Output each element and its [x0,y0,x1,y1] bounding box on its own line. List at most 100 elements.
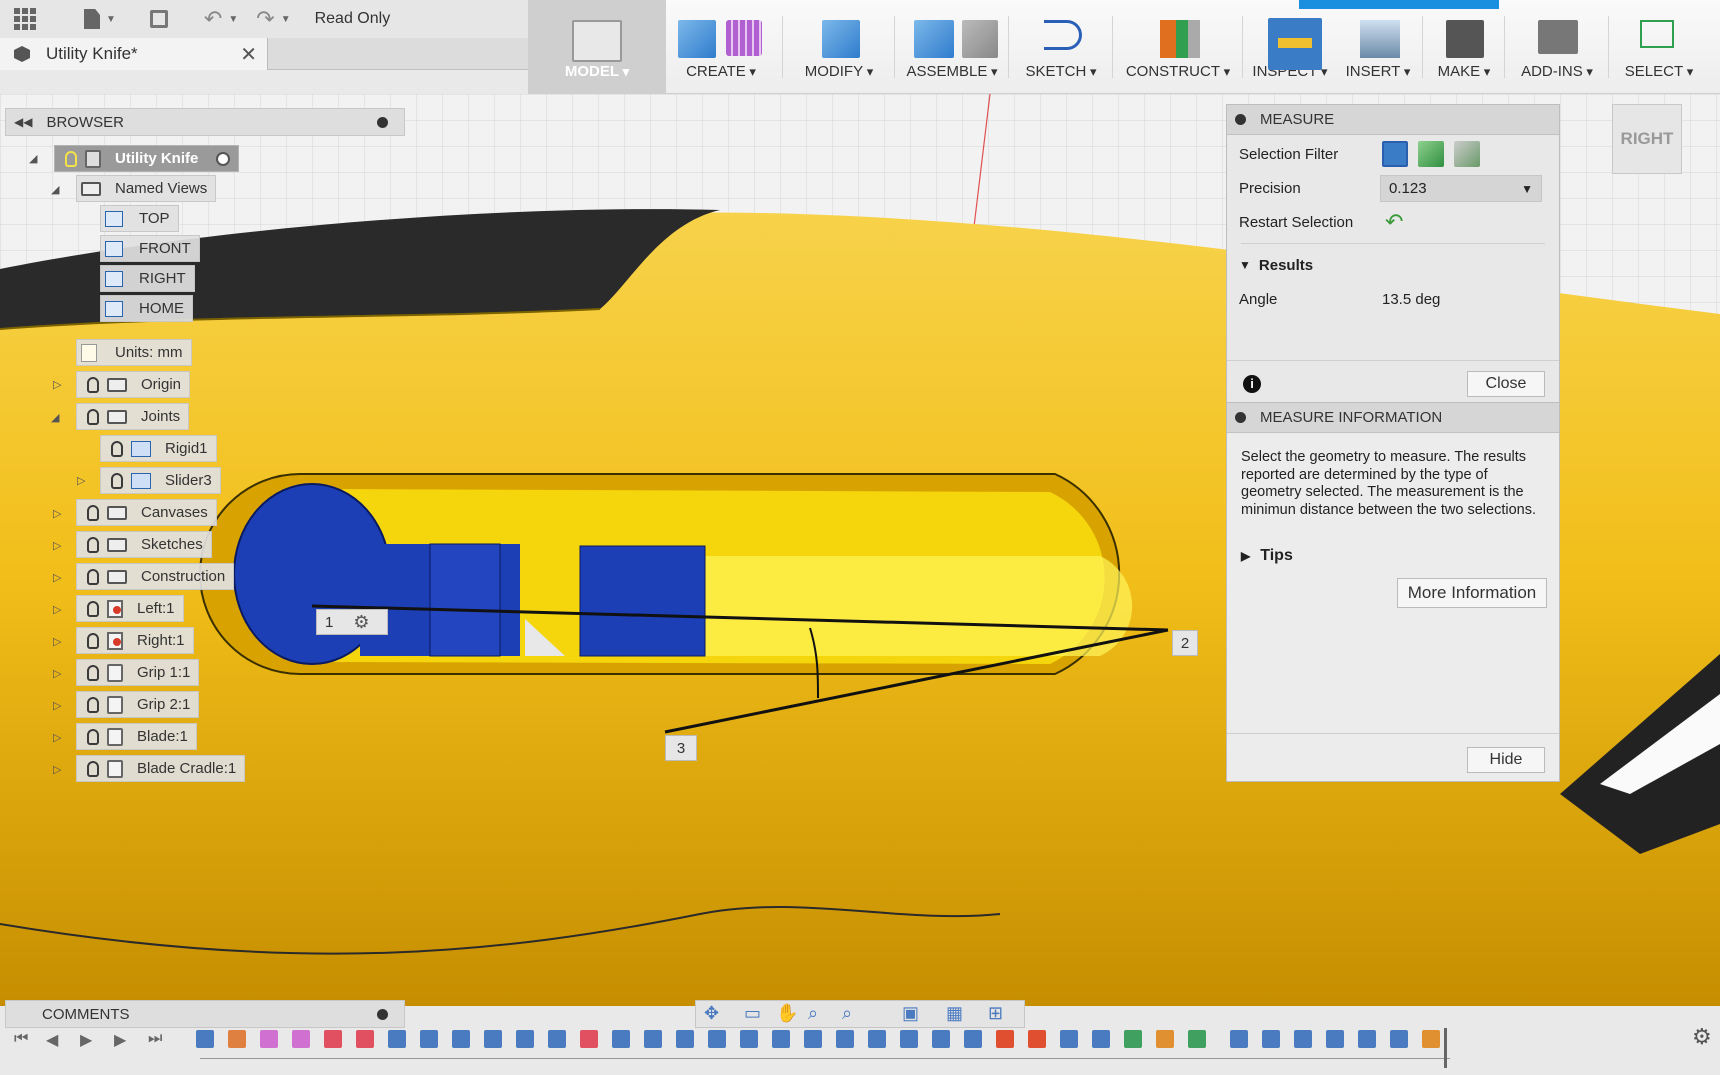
timeline-feature-icon[interactable] [356,1030,374,1048]
expand-origin-icon[interactable]: ▷ [53,378,61,391]
visibility-icon[interactable] [87,632,99,649]
timeline-feature-icon[interactable] [1188,1030,1206,1048]
undo-caret[interactable]: ▼ [228,14,238,25]
redo-caret[interactable]: ▼ [281,14,291,25]
tree-item-origin[interactable]: Origin [76,371,191,398]
select-edge-filter-icon[interactable] [1454,141,1480,167]
add-comment-icon[interactable] [377,1009,388,1020]
tree-item-blade[interactable]: Blade:1 [76,723,197,750]
timeline-feature-icon[interactable] [1390,1030,1408,1048]
timeline-feature-icon[interactable] [1230,1030,1248,1048]
timeline-feature-icon[interactable] [292,1030,310,1048]
add-ins-menu[interactable]: ADD-INS [1510,0,1604,94]
timeline-play-icon[interactable]: ▶ [80,1030,92,1050]
point-label-2[interactable]: 2 [1172,630,1198,656]
timeline-feature-icon[interactable] [612,1030,630,1048]
tree-item-view-top[interactable]: TOP [100,205,179,232]
timeline-feature-icon[interactable] [388,1030,406,1048]
timeline-feature-icon[interactable] [676,1030,694,1048]
visibility-icon[interactable] [87,600,99,617]
expand-grip1-icon[interactable]: ▷ [53,667,61,680]
tree-item-sketches[interactable]: Sketches [76,531,212,558]
expand-grip2-icon[interactable]: ▷ [53,699,61,712]
visibility-icon[interactable] [87,376,99,393]
timeline-feature-icon[interactable] [964,1030,982,1048]
expand-sketches-icon[interactable]: ▷ [53,539,61,552]
visibility-icon[interactable] [87,504,99,521]
expand-joints-icon[interactable]: ◢ [51,411,59,424]
view-cube[interactable]: RIGHT [1612,104,1682,174]
close-tab-icon[interactable]: ✕ [240,42,257,67]
expand-left-icon[interactable]: ▷ [53,603,61,616]
timeline-feature-icon[interactable] [1326,1030,1344,1048]
timeline-feature-icon[interactable] [196,1030,214,1048]
timeline-feature-icon[interactable] [1156,1030,1174,1048]
tree-root[interactable]: Utility Knife [54,145,240,172]
visibility-icon[interactable] [87,696,99,713]
tree-item-right[interactable]: Right:1 [76,627,194,654]
expand-named-views-icon[interactable]: ◢ [51,183,59,196]
tree-item-units[interactable]: Units: mm [76,339,192,366]
timeline-back-icon[interactable]: ◀ [46,1030,58,1050]
expand-blade-cradle-icon[interactable]: ▷ [53,763,61,776]
more-information-button[interactable]: More Information [1397,578,1547,608]
measure-icon[interactable] [1268,18,1322,70]
expand-slider3-icon[interactable]: ▷ [77,474,85,487]
visibility-icon[interactable] [111,472,123,489]
info-icon[interactable]: i [1243,375,1261,393]
expand-root-icon[interactable]: ◢ [29,152,37,165]
tree-item-joints[interactable]: Joints [76,403,190,430]
timeline-feature-icon[interactable] [740,1030,758,1048]
timeline-feature-icon[interactable] [324,1030,342,1048]
expand-right-icon[interactable]: ▷ [53,635,61,648]
collapse-dialog-icon[interactable] [1235,114,1246,125]
visibility-icon[interactable] [87,536,99,553]
timeline-feature-icon[interactable] [228,1030,246,1048]
timeline-feature-icon[interactable] [548,1030,566,1048]
construct-menu[interactable]: CONSTRUCT [1120,0,1236,94]
tree-item-left[interactable]: Left:1 [76,595,184,622]
assemble-menu[interactable]: ASSEMBLE [902,0,1002,94]
expand-results-icon[interactable]: ▼ [1239,258,1251,272]
timeline-feature-icon[interactable] [836,1030,854,1048]
grid-settings-icon[interactable]: ▦ [946,1003,963,1024]
modify-menu[interactable]: MODIFY [790,0,888,94]
timeline-feature-icon[interactable] [996,1030,1014,1048]
file-icon[interactable] [84,9,100,29]
restart-selection-icon[interactable]: ↶ [1385,209,1403,235]
timeline-feature-icon[interactable] [644,1030,662,1048]
timeline-feature-icon[interactable] [1422,1030,1440,1048]
expand-tips-icon[interactable]: ▶ [1241,549,1250,563]
redo-icon[interactable]: ↷ [256,6,274,32]
timeline-feature-icon[interactable] [804,1030,822,1048]
tree-item-view-front[interactable]: FRONT [100,235,200,262]
point-label-3[interactable]: 3 [665,735,697,761]
precision-dropdown[interactable]: 0.123 [1380,175,1542,202]
tips-toggle[interactable]: ▶ Tips [1241,547,1293,565]
visibility-icon[interactable] [87,664,99,681]
timeline-feature-icon[interactable] [900,1030,918,1048]
timeline-feature-icon[interactable] [580,1030,598,1048]
expand-canvases-icon[interactable]: ▷ [53,507,61,520]
orbit-icon[interactable]: ✥ [704,1003,719,1024]
viewports-icon[interactable]: ⊞ [988,1003,1003,1024]
tree-item-construction[interactable]: Construction [76,563,235,590]
visibility-icon[interactable] [87,728,99,745]
expand-construction-icon[interactable]: ▷ [53,571,61,584]
sketch-menu[interactable]: SKETCH [1016,0,1106,94]
hide-button[interactable]: Hide [1467,747,1545,773]
timeline-forward-icon[interactable]: ▶ [114,1030,126,1050]
document-tab[interactable]: Utility Knife* ✕ [0,38,268,70]
tree-item-grip1[interactable]: Grip 1:1 [76,659,200,686]
expand-blade-icon[interactable]: ▷ [53,731,61,744]
save-icon[interactable] [149,10,168,28]
timeline-feature-icon[interactable] [1028,1030,1046,1048]
undo-icon[interactable]: ↶ [204,6,222,32]
timeline-feature-icon[interactable] [1262,1030,1280,1048]
timeline-feature-icon[interactable] [484,1030,502,1048]
point-label-1[interactable]: 1 ⚙ [316,609,388,635]
tree-item-grip2[interactable]: Grip 2:1 [76,691,200,718]
visibility-icon[interactable] [111,440,123,457]
visibility-icon[interactable] [87,408,99,425]
timeline-settings-gear-icon[interactable]: ⚙ [1692,1024,1712,1050]
